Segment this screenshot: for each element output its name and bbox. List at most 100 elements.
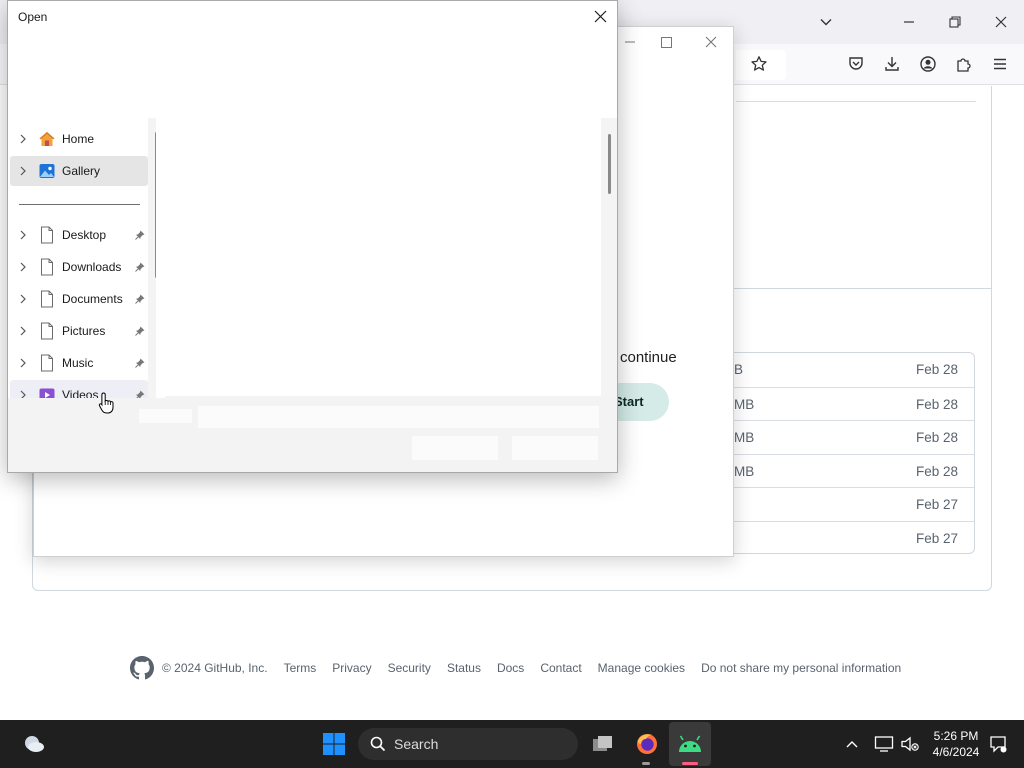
footer-link-terms[interactable]: Terms [284,661,317,675]
file-name-input[interactable] [198,406,599,428]
asset-size: MB [734,463,755,479]
pocket-icon[interactable] [843,51,869,77]
videos-icon [38,386,56,398]
scrollbar-thumb[interactable] [608,134,611,194]
chevron-up-icon[interactable] [837,729,867,759]
pin-icon[interactable] [134,326,146,336]
asset-date: Feb 27 [915,530,958,546]
nav-item-desktop[interactable]: Desktop [10,220,148,250]
footer-link-status[interactable]: Status [447,661,481,675]
weather-icon[interactable] [18,729,48,759]
asset-row[interactable]: Feb 27 [734,520,974,555]
clock[interactable]: 5:26 PM 4/6/2024 [926,728,986,760]
clock-time: 5:26 PM [933,729,979,743]
asset-date: Feb 28 [915,430,958,446]
minimize-icon[interactable] [618,31,642,53]
chevron-right-icon[interactable] [10,134,36,144]
app-menu-icon[interactable] [987,51,1013,77]
extensions-icon[interactable] [951,51,977,77]
open-file-dialog: Open Home Gallery Desktop Downloads Docu… [7,0,618,473]
divider [736,101,976,102]
cancel-button[interactable] [512,436,598,460]
nav-item-music[interactable]: Music [10,348,148,378]
notification-icon[interactable] [983,729,1013,759]
restore-icon[interactable] [941,8,969,36]
nav-item-label: Pictures [62,324,106,338]
nav-item-label: Documents [62,292,123,306]
maximize-icon[interactable] [654,31,678,53]
chevron-right-icon[interactable] [10,230,36,240]
asset-date: Feb 28 [915,463,958,479]
scrollbar-thumb[interactable] [155,132,156,278]
chevron-right-icon[interactable] [10,294,36,304]
document-icon [38,258,56,276]
nav-item-home[interactable]: Home [10,124,148,154]
minimize-icon[interactable] [895,8,923,36]
clock-date: 4/6/2024 [932,745,980,759]
android-icon[interactable] [675,729,705,759]
asset-size: MB [734,396,755,412]
asset-date: Feb 28 [915,396,958,412]
github-logo-icon[interactable] [130,656,154,680]
asset-size: MB [734,430,755,446]
taskbar-search[interactable]: Search [358,728,578,760]
chevron-right-icon[interactable] [10,326,36,336]
footer-link-contact[interactable]: Contact [540,661,581,675]
footer-link-do-not-share[interactable]: Do not share my personal information [701,661,901,675]
nav-item-gallery[interactable]: Gallery [10,156,148,186]
file-list[interactable] [165,118,601,396]
nav-item-pictures[interactable]: Pictures [10,316,148,346]
pin-icon[interactable] [134,358,146,368]
asset-row[interactable]: MB Feb 28 [734,386,974,421]
pin-icon[interactable] [134,294,146,304]
nav-separator [19,204,140,205]
app-indicator [682,762,698,765]
nav-item-documents[interactable]: Documents [10,284,148,314]
dialog-toolbar [8,32,617,118]
nav-item-label: Gallery [62,164,101,178]
footer-link-security[interactable]: Security [388,661,431,675]
divider [734,288,992,289]
close-icon[interactable] [699,31,723,53]
file-name-label [139,409,192,423]
pin-icon[interactable] [134,262,146,272]
nav-item-downloads[interactable]: Downloads [10,252,148,282]
pin-icon[interactable] [134,390,146,398]
document-icon [38,226,56,244]
asset-row[interactable]: MB Feb 28 [734,420,974,454]
chevron-right-icon[interactable] [10,262,36,272]
bookmark-star-icon[interactable] [746,51,772,77]
close-icon[interactable] [587,4,613,28]
home-icon [38,130,56,148]
asset-row[interactable]: Feb 27 [734,487,974,521]
close-window-icon[interactable] [987,8,1015,36]
asset-row[interactable]: MB Feb 28 [734,453,974,488]
search-icon [370,736,386,752]
gallery-icon [38,162,56,180]
chevron-right-icon[interactable] [10,390,36,398]
nav-item-label: Downloads [62,260,122,274]
document-icon [38,290,56,308]
start-icon[interactable] [319,729,349,759]
volume-muted-icon[interactable] [895,729,925,759]
asset-row[interactable]: B Feb 28 [734,353,974,387]
nav-item-label: Desktop [62,228,107,242]
document-icon [38,322,56,340]
open-button[interactable] [412,436,498,460]
chevron-right-icon[interactable] [10,166,36,176]
list-all-tabs-icon[interactable] [812,8,840,36]
footer-link-privacy[interactable]: Privacy [332,661,371,675]
downloads-icon[interactable] [879,51,905,77]
footer-link-docs[interactable]: Docs [497,661,524,675]
firefox-icon[interactable] [632,729,662,759]
task-view-icon[interactable] [588,729,618,759]
file-list-pane[interactable] [165,118,617,398]
nav-item-videos[interactable]: Videos [10,380,148,398]
chevron-right-icon[interactable] [10,358,36,368]
account-icon[interactable] [915,51,941,77]
footer-link-manage-cookies[interactable]: Manage cookies [598,661,685,675]
pin-icon[interactable] [134,230,146,240]
nav-scrollbar[interactable] [148,118,156,398]
hand-cursor-icon [98,391,116,415]
nav-item-label: Music [62,356,94,370]
